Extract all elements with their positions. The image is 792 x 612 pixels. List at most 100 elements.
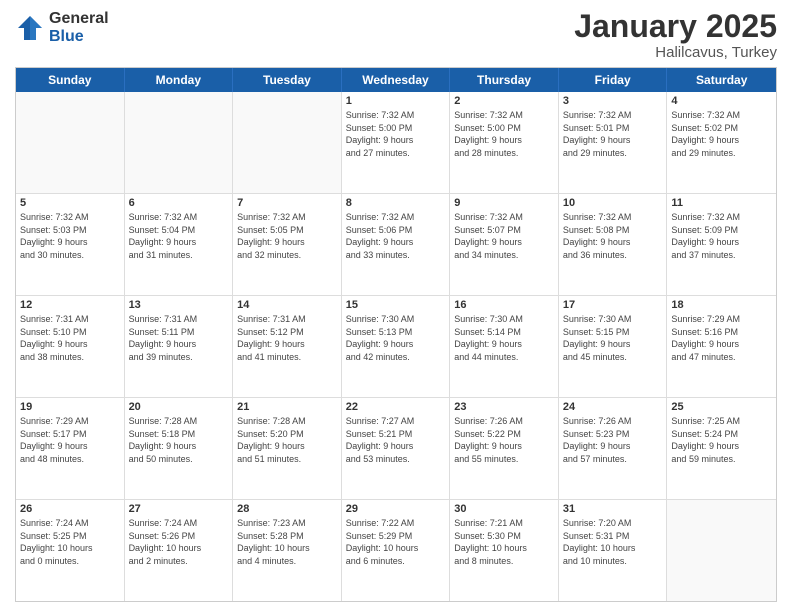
calendar-body: 1Sunrise: 7:32 AM Sunset: 5:00 PM Daylig… (16, 92, 776, 601)
cell-text: Sunrise: 7:31 AM Sunset: 5:12 PM Dayligh… (237, 313, 337, 363)
calendar-header: SundayMondayTuesdayWednesdayThursdayFrid… (16, 68, 776, 92)
title-block: January 2025 Halilcavus, Turkey (574, 10, 777, 61)
calendar-cell: 31 Sunrise: 7:20 AM Sunset: 5:31 PM Dayli… (559, 500, 668, 601)
day-number: 10 (563, 197, 663, 209)
calendar-cell: 5 Sunrise: 7:32 AM Sunset: 5:03 PM Daylig… (16, 194, 125, 295)
calendar-cell: 16 Sunrise: 7:30 AM Sunset: 5:14 PM Dayli… (450, 296, 559, 397)
cell-text: Sunrise: 7:32 AM Sunset: 5:06 PM Dayligh… (346, 211, 446, 261)
weekday-header: Saturday (667, 68, 776, 92)
day-number: 26 (20, 503, 120, 515)
logo-blue: Blue (49, 28, 109, 46)
day-number: 31 (563, 503, 663, 515)
cell-text: Sunrise: 7:30 AM Sunset: 5:15 PM Dayligh… (563, 313, 663, 363)
calendar-cell: 20Sunrise: 7:28 AM Sunset: 5:18 PM Dayli… (125, 398, 234, 499)
calendar-cell: 25Sunrise: 7:25 AM Sunset: 5:24 PM Dayli… (667, 398, 776, 499)
day-number: 16 (454, 299, 554, 311)
day-number: 7 (237, 197, 337, 209)
calendar-cell: 3 Sunrise: 7:32 AM Sunset: 5:01 PM Daylig… (559, 92, 668, 193)
day-number: 28 (237, 503, 337, 515)
location: Halilcavus, Turkey (574, 44, 777, 61)
calendar-cell: 9 Sunrise: 7:32 AM Sunset: 5:07 PM Daylig… (450, 194, 559, 295)
cell-text: Sunrise: 7:32 AM Sunset: 5:08 PM Dayligh… (563, 211, 663, 261)
cell-text: Sunrise: 7:29 AM Sunset: 5:16 PM Dayligh… (671, 313, 772, 363)
calendar-cell: 22 Sunrise: 7:27 AM Sunset: 5:21 PM Dayli… (342, 398, 451, 499)
calendar-cell (667, 500, 776, 601)
calendar-cell (233, 92, 342, 193)
day-number: 12 (20, 299, 120, 311)
cell-text: Sunrise: 7:30 AM Sunset: 5:14 PM Dayligh… (454, 313, 554, 363)
calendar-cell: 26 Sunrise: 7:24 AM Sunset: 5:25 PM Dayli… (16, 500, 125, 601)
day-number: 6 (129, 197, 229, 209)
day-number: 2 (454, 95, 554, 107)
weekday-header: Thursday (450, 68, 559, 92)
day-number: 15 (346, 299, 446, 311)
cell-text: Sunrise: 7:32 AM Sunset: 5:09 PM Dayligh… (671, 211, 772, 261)
calendar-row: 1Sunrise: 7:32 AM Sunset: 5:00 PM Daylig… (16, 92, 776, 193)
cell-text: Sunrise: 7:20 AM Sunset: 5:31 PM Dayligh… (563, 517, 663, 567)
calendar-cell: 8 Sunrise: 7:32 AM Sunset: 5:06 PM Daylig… (342, 194, 451, 295)
day-number: 11 (671, 197, 772, 209)
day-number: 20 (129, 401, 229, 413)
calendar-cell: 24 Sunrise: 7:26 AM Sunset: 5:23 PM Dayli… (559, 398, 668, 499)
calendar-cell: 30 Sunrise: 7:21 AM Sunset: 5:30 PM Dayli… (450, 500, 559, 601)
cell-text: Sunrise: 7:32 AM Sunset: 5:02 PM Dayligh… (671, 109, 772, 159)
calendar-row: 26 Sunrise: 7:24 AM Sunset: 5:25 PM Dayli… (16, 499, 776, 601)
cell-text: Sunrise: 7:30 AM Sunset: 5:13 PM Dayligh… (346, 313, 446, 363)
logo-icon (15, 13, 45, 43)
calendar-cell: 7Sunrise: 7:32 AM Sunset: 5:05 PM Daylig… (233, 194, 342, 295)
cell-text: Sunrise: 7:22 AM Sunset: 5:29 PM Dayligh… (346, 517, 446, 567)
cell-text: Sunrise: 7:21 AM Sunset: 5:30 PM Dayligh… (454, 517, 554, 567)
cell-text: Sunrise: 7:32 AM Sunset: 5:00 PM Dayligh… (454, 109, 554, 159)
cell-text: Sunrise: 7:24 AM Sunset: 5:26 PM Dayligh… (129, 517, 229, 567)
calendar-cell: 6 Sunrise: 7:32 AM Sunset: 5:04 PM Daylig… (125, 194, 234, 295)
cell-text: Sunrise: 7:31 AM Sunset: 5:10 PM Dayligh… (20, 313, 120, 363)
weekday-header: Friday (559, 68, 668, 92)
calendar-row: 19 Sunrise: 7:29 AM Sunset: 5:17 PM Dayli… (16, 397, 776, 499)
calendar-cell: 28 Sunrise: 7:23 AM Sunset: 5:28 PM Dayli… (233, 500, 342, 601)
weekday-header: Monday (125, 68, 234, 92)
calendar-cell (16, 92, 125, 193)
calendar-cell: 23Sunrise: 7:26 AM Sunset: 5:22 PM Dayli… (450, 398, 559, 499)
day-number: 5 (20, 197, 120, 209)
calendar-cell: 14 Sunrise: 7:31 AM Sunset: 5:12 PM Dayli… (233, 296, 342, 397)
day-number: 8 (346, 197, 446, 209)
calendar-cell: 18 Sunrise: 7:29 AM Sunset: 5:16 PM Dayli… (667, 296, 776, 397)
calendar-cell (125, 92, 234, 193)
cell-text: Sunrise: 7:23 AM Sunset: 5:28 PM Dayligh… (237, 517, 337, 567)
header: General Blue January 2025 Halilcavus, Tu… (15, 10, 777, 61)
calendar-cell: 19 Sunrise: 7:29 AM Sunset: 5:17 PM Dayli… (16, 398, 125, 499)
cell-text: Sunrise: 7:32 AM Sunset: 5:04 PM Dayligh… (129, 211, 229, 261)
day-number: 13 (129, 299, 229, 311)
day-number: 19 (20, 401, 120, 413)
day-number: 9 (454, 197, 554, 209)
weekday-header: Sunday (16, 68, 125, 92)
day-number: 30 (454, 503, 554, 515)
cell-text: Sunrise: 7:26 AM Sunset: 5:23 PM Dayligh… (563, 415, 663, 465)
logo-general: General (49, 10, 109, 28)
cell-text: Sunrise: 7:29 AM Sunset: 5:17 PM Dayligh… (20, 415, 120, 465)
day-number: 17 (563, 299, 663, 311)
day-number: 3 (563, 95, 663, 107)
day-number: 24 (563, 401, 663, 413)
cell-text: Sunrise: 7:32 AM Sunset: 5:01 PM Dayligh… (563, 109, 663, 159)
day-number: 4 (671, 95, 772, 107)
cell-text: Sunrise: 7:32 AM Sunset: 5:00 PM Dayligh… (346, 109, 446, 159)
calendar-cell: 17 Sunrise: 7:30 AM Sunset: 5:15 PM Dayli… (559, 296, 668, 397)
day-number: 29 (346, 503, 446, 515)
cell-text: Sunrise: 7:32 AM Sunset: 5:03 PM Dayligh… (20, 211, 120, 261)
cell-text: Sunrise: 7:27 AM Sunset: 5:21 PM Dayligh… (346, 415, 446, 465)
calendar-cell: 10 Sunrise: 7:32 AM Sunset: 5:08 PM Dayli… (559, 194, 668, 295)
day-number: 21 (237, 401, 337, 413)
calendar-cell: 27Sunrise: 7:24 AM Sunset: 5:26 PM Dayli… (125, 500, 234, 601)
logo: General Blue (15, 10, 109, 45)
calendar-cell: 29 Sunrise: 7:22 AM Sunset: 5:29 PM Dayli… (342, 500, 451, 601)
day-number: 18 (671, 299, 772, 311)
day-number: 14 (237, 299, 337, 311)
weekday-header: Wednesday (342, 68, 451, 92)
cell-text: Sunrise: 7:24 AM Sunset: 5:25 PM Dayligh… (20, 517, 120, 567)
month-title: January 2025 (574, 10, 777, 42)
calendar-cell: 21Sunrise: 7:28 AM Sunset: 5:20 PM Dayli… (233, 398, 342, 499)
calendar-cell: 12 Sunrise: 7:31 AM Sunset: 5:10 PM Dayli… (16, 296, 125, 397)
cell-text: Sunrise: 7:32 AM Sunset: 5:07 PM Dayligh… (454, 211, 554, 261)
day-number: 22 (346, 401, 446, 413)
